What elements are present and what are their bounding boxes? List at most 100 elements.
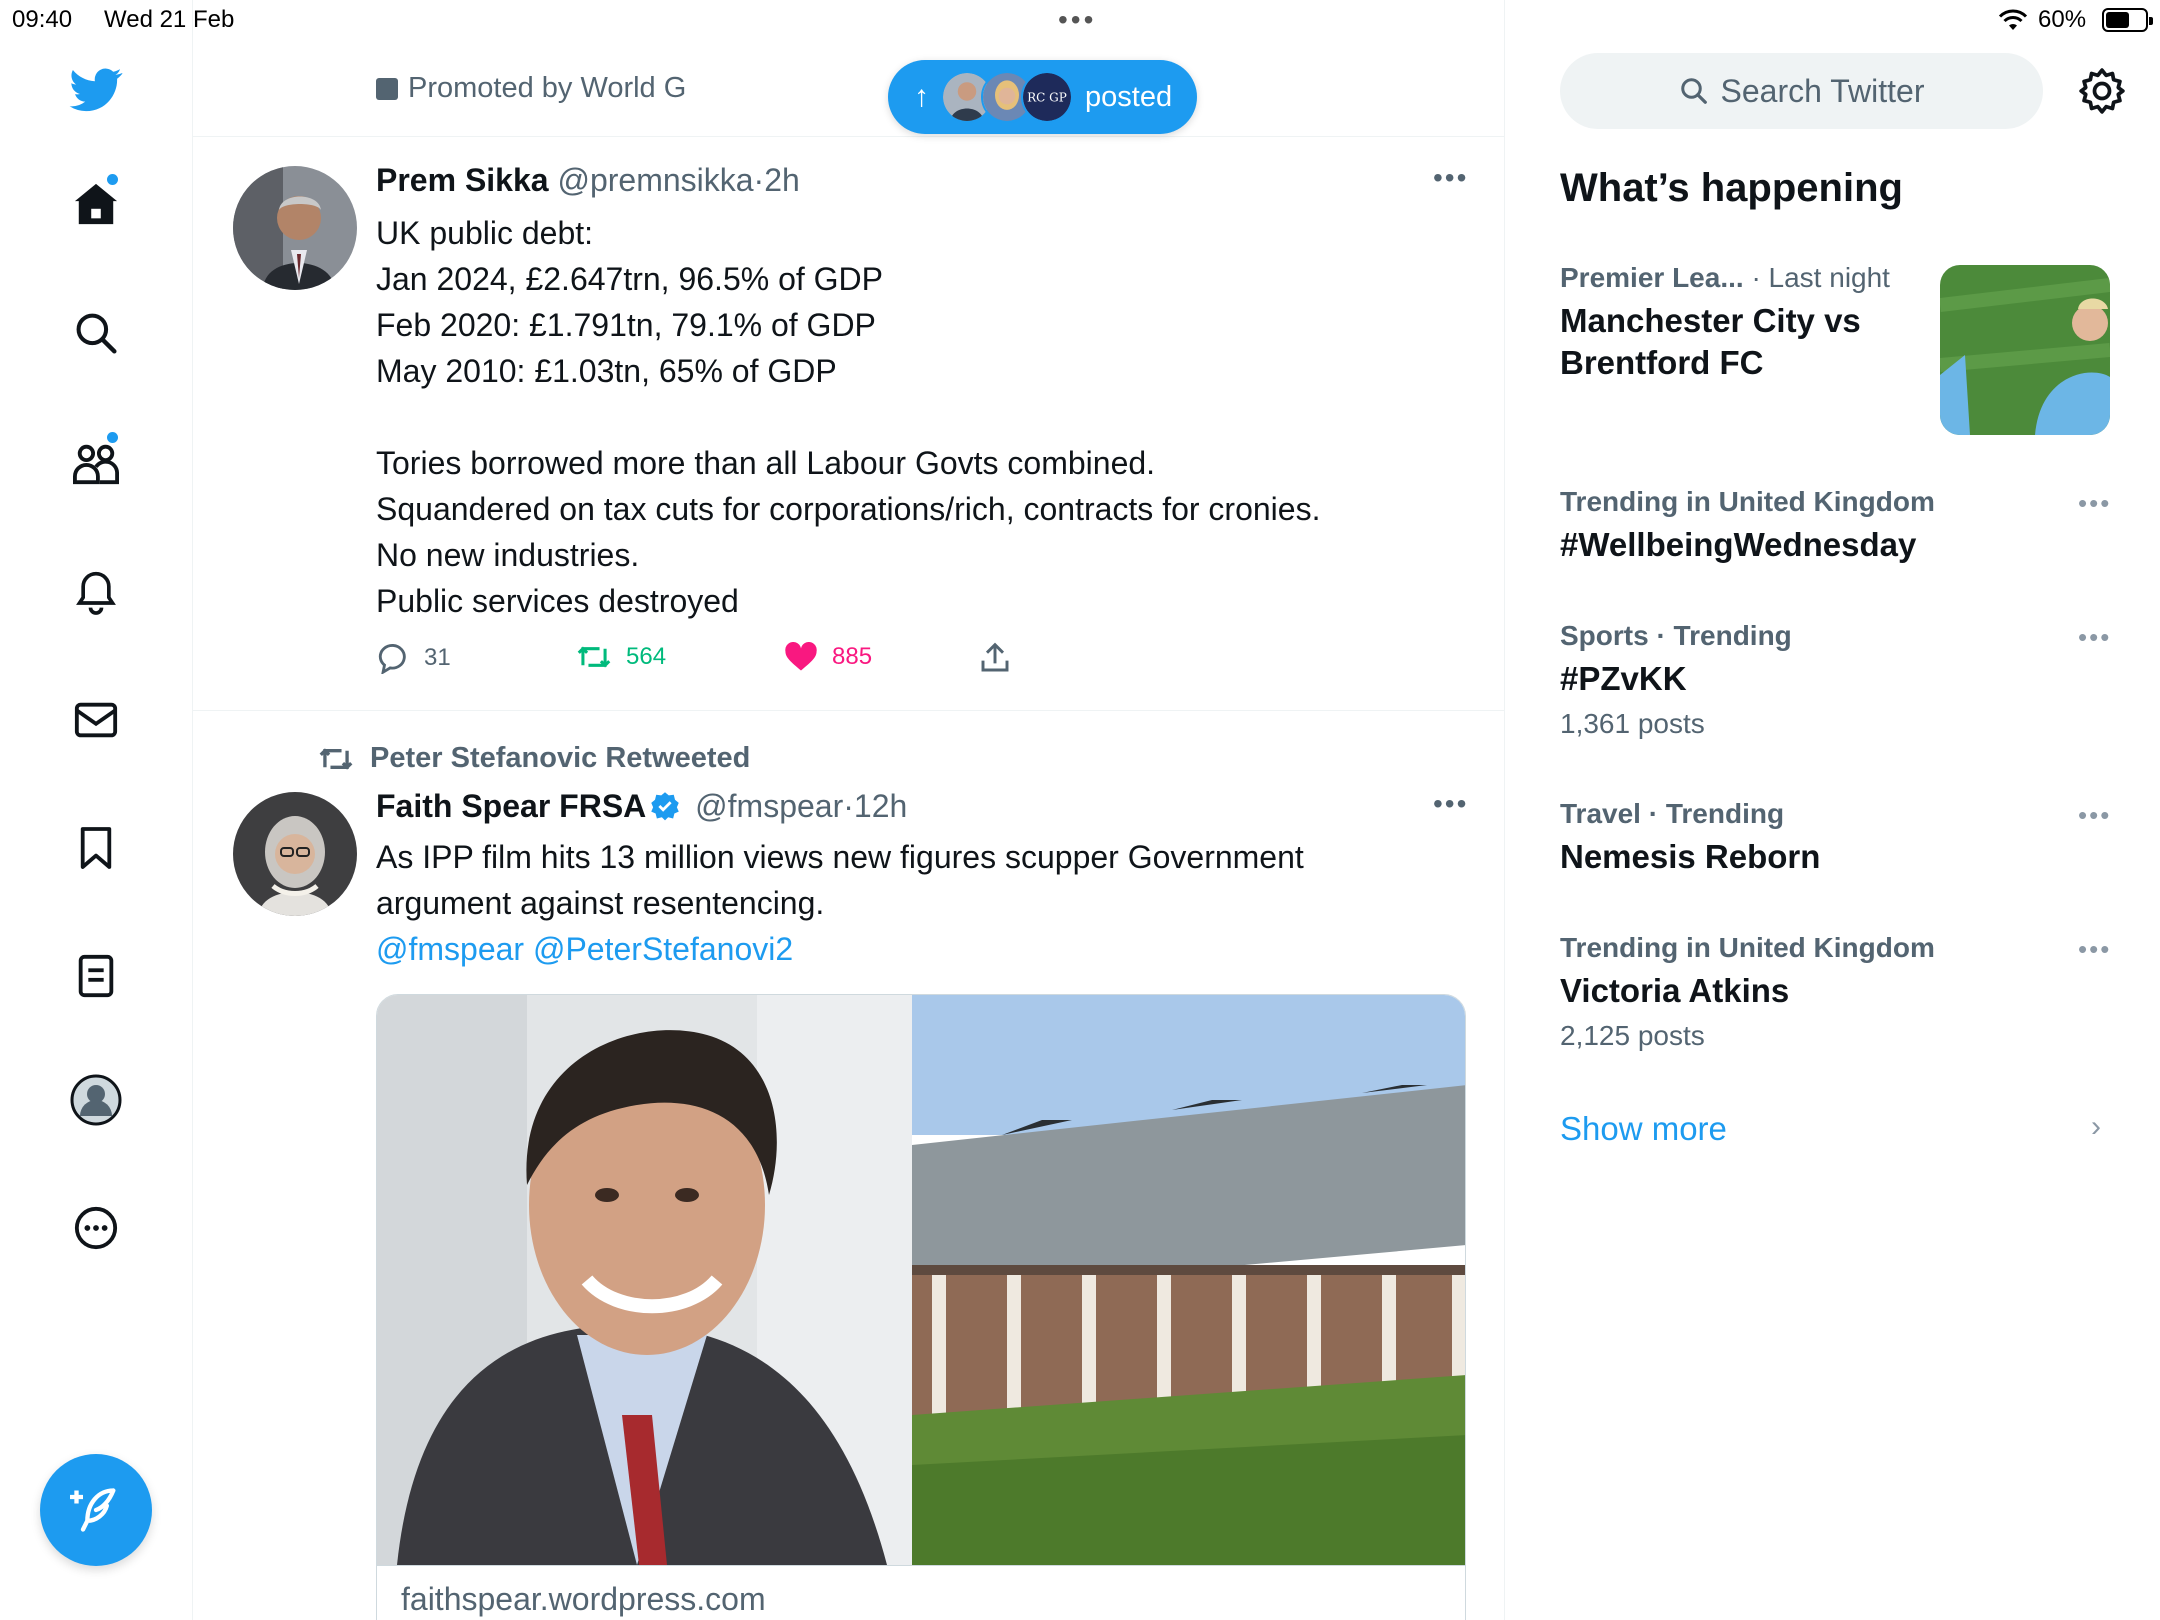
tweet-actions: 31 564 885 <box>376 642 1196 682</box>
mail-icon <box>74 702 118 738</box>
trend-more-icon[interactable]: ••• <box>2078 934 2111 965</box>
nav-communities[interactable] <box>66 433 126 493</box>
trend-context-time: · Last night <box>1751 262 1890 293</box>
reply-button[interactable]: 31 <box>376 642 451 674</box>
tweet-line: No new industries. <box>376 537 640 573</box>
author-name[interactable]: Prem Sikka <box>376 162 549 198</box>
timeline[interactable]: Promoted by World G Prem Sikka @premnsik… <box>193 0 1505 1620</box>
nav-more[interactable] <box>66 1198 126 1258</box>
trend-context: Sports · Trending <box>1560 620 1792 651</box>
more-options-icon[interactable]: ••• <box>1433 162 1468 194</box>
trend-item[interactable]: Travel · Trending Nemesis Reborn <box>1560 798 2120 878</box>
tweet-line: Squandered on tax cuts for corporations/… <box>376 491 1321 527</box>
search-icon <box>1680 78 1707 104</box>
tweet-header: Faith Spear FRSA @fmspear·12h <box>376 788 907 829</box>
promoted-label: Promoted by World G <box>376 72 686 105</box>
trend-more-icon[interactable]: ••• <box>2078 488 2111 519</box>
reply-icon <box>378 644 406 674</box>
trend-posts: 2,125 posts <box>1560 1020 1705 1051</box>
trend-title: Nemesis Reborn <box>1560 838 1821 875</box>
more-circle-icon <box>74 1206 118 1250</box>
trend-more-icon[interactable]: ••• <box>2078 800 2111 831</box>
twitter-logo-icon[interactable] <box>66 60 126 120</box>
retweet-button[interactable]: 564 <box>576 642 666 672</box>
tweet-time[interactable]: 12h <box>854 788 907 824</box>
communities-icon <box>73 444 119 485</box>
trend-title: #PZvKK <box>1560 660 1687 697</box>
retweet-count: 564 <box>626 643 667 670</box>
trend-more-icon[interactable]: ••• <box>2078 622 2111 653</box>
tweet-line: Jan 2024, £2.647trn, 96.5% of GDP <box>376 261 883 297</box>
card-domain[interactable]: faithspear.wordpress.com <box>401 1581 766 1618</box>
communities-notification-dot <box>107 432 118 443</box>
bookmark-icon <box>80 827 112 869</box>
posted-label: posted <box>1085 80 1173 113</box>
nav-lists[interactable] <box>66 946 126 1006</box>
nav-bookmarks[interactable] <box>66 818 126 878</box>
more-options-icon[interactable]: ••• <box>1433 788 1468 820</box>
left-sidebar <box>0 0 193 1620</box>
author-handle[interactable]: @fmspear <box>695 788 843 824</box>
compose-button[interactable] <box>40 1454 152 1566</box>
heart-icon <box>785 642 817 671</box>
tweet-time[interactable]: 2h <box>764 162 800 198</box>
home-notification-dot <box>107 174 118 185</box>
author-handle[interactable]: @premnsikka <box>557 162 753 198</box>
retweeted-by-label: Peter Stefanovic Retweeted <box>370 742 751 774</box>
profile-icon <box>70 1074 122 1126</box>
rcgp-badge: RC GP <box>1027 91 1067 105</box>
chevron-right-icon[interactable]: › <box>2091 1110 2101 1144</box>
like-button[interactable]: 885 <box>784 642 872 672</box>
trend-title: Manchester City vs Brentford FC <box>1560 302 1861 381</box>
avatar[interactable] <box>233 792 357 916</box>
compose-icon <box>70 1488 116 1532</box>
tweet-line: Tories borrowed more than all Labour Gov… <box>376 445 1156 481</box>
promoted-text: Promoted by World G <box>408 72 687 104</box>
trend-item[interactable]: Trending in United Kingdom Victoria Atki… <box>1560 932 2120 1052</box>
trend-item[interactable]: Premier Lea... · Last night Manchester C… <box>1560 262 1940 384</box>
tweet-line: As IPP film hits 13 million views new fi… <box>376 839 1304 875</box>
whats-happening-title: What’s happening <box>1560 166 1903 210</box>
retweeted-by[interactable]: Peter Stefanovic Retweeted <box>318 742 750 775</box>
search-field[interactable]: Search Twitter <box>1560 53 2043 129</box>
trend-item[interactable]: Trending in United Kingdom #WellbeingWed… <box>1560 486 2120 566</box>
tweet-text: As IPP film hits 13 million views new fi… <box>376 834 1466 972</box>
link-card[interactable]: faithspear.wordpress.com <box>376 994 1466 1620</box>
trend-item[interactable]: Sports · Trending #PZvKK 1,361 posts <box>1560 620 2120 740</box>
nav-profile[interactable] <box>66 1070 126 1130</box>
tweet-line: argument against resentencing. <box>376 885 825 921</box>
trend-title: Victoria Atkins <box>1560 972 1790 1009</box>
previous-tweet-actions <box>373 22 1173 42</box>
share-icon <box>981 642 1009 672</box>
new-posts-pill[interactable]: ↑ RC GP posted <box>888 60 1197 134</box>
arrow-up-icon: ↑ <box>914 80 929 113</box>
nav-notifications[interactable] <box>66 562 126 622</box>
divider <box>193 136 1504 137</box>
retweet-icon <box>319 747 353 770</box>
gear-icon[interactable] <box>2077 66 2127 116</box>
tweet-line: UK public debt: <box>376 215 594 251</box>
trend-context: Travel · Trending <box>1560 798 1785 829</box>
share-button[interactable] <box>980 642 1010 674</box>
trend-title: #WellbeingWednesday <box>1560 526 1917 563</box>
trend-thumbnail[interactable] <box>1940 265 2110 435</box>
trend-posts: 1,361 posts <box>1560 708 1705 739</box>
home-icon <box>74 183 118 225</box>
tweet-text: UK public debt: Jan 2024, £2.647trn, 96.… <box>376 210 1466 624</box>
search-placeholder: Search Twitter <box>1720 72 1925 109</box>
nav-messages[interactable] <box>66 690 126 750</box>
author-name[interactable]: Faith Spear FRSA <box>376 788 646 824</box>
nav-explore[interactable] <box>66 303 126 363</box>
bell-icon <box>76 571 116 615</box>
tweet-line <box>376 394 1466 440</box>
new-posts-avatars: RC GP <box>941 69 1073 125</box>
reply-count: 31 <box>424 644 451 671</box>
search-icon <box>76 313 117 354</box>
trend-context: Trending in United Kingdom <box>1560 932 1935 963</box>
avatar[interactable] <box>233 166 357 290</box>
tweet-mentions[interactable]: @fmspear @PeterStefanovi2 <box>376 926 1466 972</box>
promoted-icon <box>376 77 398 100</box>
nav-home[interactable] <box>66 174 126 234</box>
show-more-link[interactable]: Show more <box>1560 1110 1727 1148</box>
tweet-line: May 2010: £1.03tn, 65% of GDP <box>376 353 837 389</box>
